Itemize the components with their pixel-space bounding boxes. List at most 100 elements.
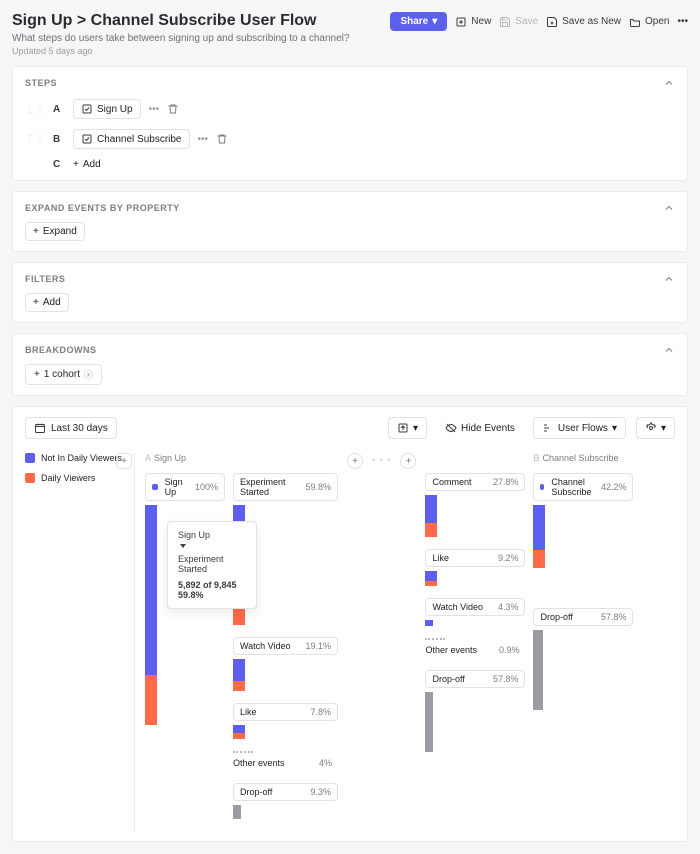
close-icon[interactable]: ⓧ (84, 368, 93, 381)
step-b-label: Channel Subscribe (97, 134, 182, 145)
trash-icon[interactable] (216, 133, 228, 145)
node-label: Channel Subscribe (551, 477, 601, 497)
trash-icon[interactable] (167, 103, 179, 115)
node-dropoff3[interactable]: Drop-off 57.8% (533, 608, 633, 626)
node-other[interactable]: Other events 4% (233, 755, 338, 771)
date-range-button[interactable]: Last 30 days (25, 417, 117, 439)
node-watch2[interactable]: Watch Video 4.3% (425, 598, 525, 616)
step-b-row: ⋮⋮ B Channel Subscribe ••• (25, 129, 675, 149)
view-mode-label: User Flows (558, 423, 608, 434)
node-pct: 27.8% (493, 477, 519, 487)
node-pct: 9.3% (310, 787, 331, 797)
node-label: Watch Video (432, 602, 483, 612)
legend-label-1: Not In Daily Viewers (41, 453, 122, 463)
node-pct: 57.8% (493, 674, 519, 684)
node-like2[interactable]: Like 9.2% (425, 549, 525, 567)
event-icon (81, 133, 93, 145)
legend-swatch-purple (25, 453, 35, 463)
node-subscribe[interactable]: Channel Subscribe 42.2% (533, 473, 633, 501)
cohort-chip[interactable]: + 1 cohort ⓧ (25, 364, 102, 385)
chevron-down-icon: ▾ (661, 423, 666, 434)
plus-icon: + (34, 369, 40, 380)
updated-label: Updated 5 days ago (12, 46, 349, 56)
share-label: Share (400, 16, 428, 27)
header-toolbar: Share ▾ New Save Save as New Open ••• (390, 12, 688, 31)
flow-col-before-b: Comment 27.8% Like 9.2% (425, 453, 525, 831)
flow-col-b: BChannel Subscribe Channel Subscribe 42.… (533, 453, 633, 831)
node-pct: 59.8% (305, 482, 331, 492)
expand-card: EXPAND EVENTS BY PROPERTY + Expand (12, 191, 688, 252)
chevron-up-icon[interactable] (663, 344, 675, 356)
breakdowns-card: BREAKDOWNS + 1 cohort ⓧ (12, 333, 688, 396)
calendar-icon (34, 422, 46, 434)
open-label: Open (645, 16, 669, 27)
step-a-label: Sign Up (97, 104, 133, 115)
node-comment[interactable]: Comment 27.8% (425, 473, 525, 491)
breakdowns-title: BREAKDOWNS (25, 345, 97, 355)
legend-item[interactable]: Daily Viewers (25, 473, 128, 483)
filters-card: FILTERS + Add (12, 262, 688, 323)
column-gap-icon: • • • (372, 453, 391, 465)
add-step-button[interactable]: + Add (73, 159, 101, 170)
step-b-pill[interactable]: Channel Subscribe (73, 129, 190, 149)
tooltip-from: Sign Up (178, 530, 246, 540)
chevron-up-icon[interactable] (663, 273, 675, 285)
node-watch[interactable]: Watch Video 19.1% (233, 637, 338, 655)
expand-title: EXPAND EVENTS BY PROPERTY (25, 203, 180, 213)
hide-events-label: Hide Events (461, 423, 515, 434)
add-segment-button[interactable]: + (116, 453, 132, 469)
add-column-button[interactable]: + (347, 453, 363, 469)
col-b-title: Channel Subscribe (542, 453, 618, 463)
step-b-more[interactable]: ••• (198, 134, 209, 145)
add-filter-label: Add (43, 297, 61, 308)
flow-tooltip: Sign Up Experiment Started 5,892 of 9,84… (167, 521, 257, 609)
legend-label-2: Daily Viewers (41, 473, 95, 483)
export-button[interactable]: ▾ (388, 417, 427, 439)
hide-events-button[interactable]: Hide Events (437, 418, 523, 438)
flow-columns: ASign Up Sign Up 100% Sign Up Experiment… (135, 453, 675, 831)
expand-label: Expand (43, 226, 77, 237)
node-signup[interactable]: Sign Up 100% (145, 473, 225, 501)
legend-item[interactable]: Not In Daily Viewers (25, 453, 128, 463)
node-like[interactable]: Like 7.8% (233, 703, 338, 721)
more-button[interactable]: ••• (677, 16, 688, 27)
node-label: Watch Video (240, 641, 291, 651)
node-pct: 7.8% (310, 707, 331, 717)
node-dropoff2[interactable]: Drop-off 57.8% (425, 670, 525, 688)
share-button[interactable]: Share ▾ (390, 12, 447, 31)
dotted-divider (425, 638, 445, 640)
settings-button[interactable]: ▾ (636, 417, 675, 439)
save-button[interactable]: Save (499, 16, 538, 28)
eye-off-icon (445, 422, 457, 434)
save-as-new-button[interactable]: Save as New (546, 16, 621, 28)
plus-icon: + (33, 297, 39, 308)
view-mode-button[interactable]: User Flows ▾ (533, 417, 626, 439)
add-column-button[interactable]: + (400, 453, 416, 469)
node-label: Comment (432, 477, 471, 487)
step-a-pill[interactable]: Sign Up (73, 99, 141, 119)
arrow-down-icon (180, 544, 186, 548)
chevron-up-icon[interactable] (663, 77, 675, 89)
export-icon (397, 422, 409, 434)
expand-button[interactable]: + Expand (25, 222, 85, 241)
plus-icon: + (73, 159, 79, 170)
node-exp-started[interactable]: Experiment Started 59.8% (233, 473, 338, 501)
node-label: Like (240, 707, 257, 717)
add-filter-button[interactable]: + Add (25, 293, 69, 312)
node-dropoff[interactable]: Drop-off 9.3% (233, 783, 338, 801)
open-button[interactable]: Open (629, 16, 669, 28)
grip-icon[interactable]: ⋮⋮ (25, 104, 45, 115)
grip-icon[interactable]: ⋮⋮ (25, 134, 45, 145)
flow-icon (542, 422, 554, 434)
node-pct: 100% (195, 482, 218, 492)
event-icon (81, 103, 93, 115)
chevron-down-icon: ▾ (432, 16, 437, 27)
step-a-row: ⋮⋮ A Sign Up ••• (25, 99, 675, 119)
save-as-icon (546, 16, 558, 28)
node-other2[interactable]: Other events 0.9% (425, 642, 525, 658)
new-button[interactable]: New (455, 16, 491, 28)
page-description: What steps do users take between signing… (12, 33, 349, 44)
node-label: Experiment Started (240, 477, 305, 497)
step-a-more[interactable]: ••• (149, 104, 160, 115)
chevron-up-icon[interactable] (663, 202, 675, 214)
